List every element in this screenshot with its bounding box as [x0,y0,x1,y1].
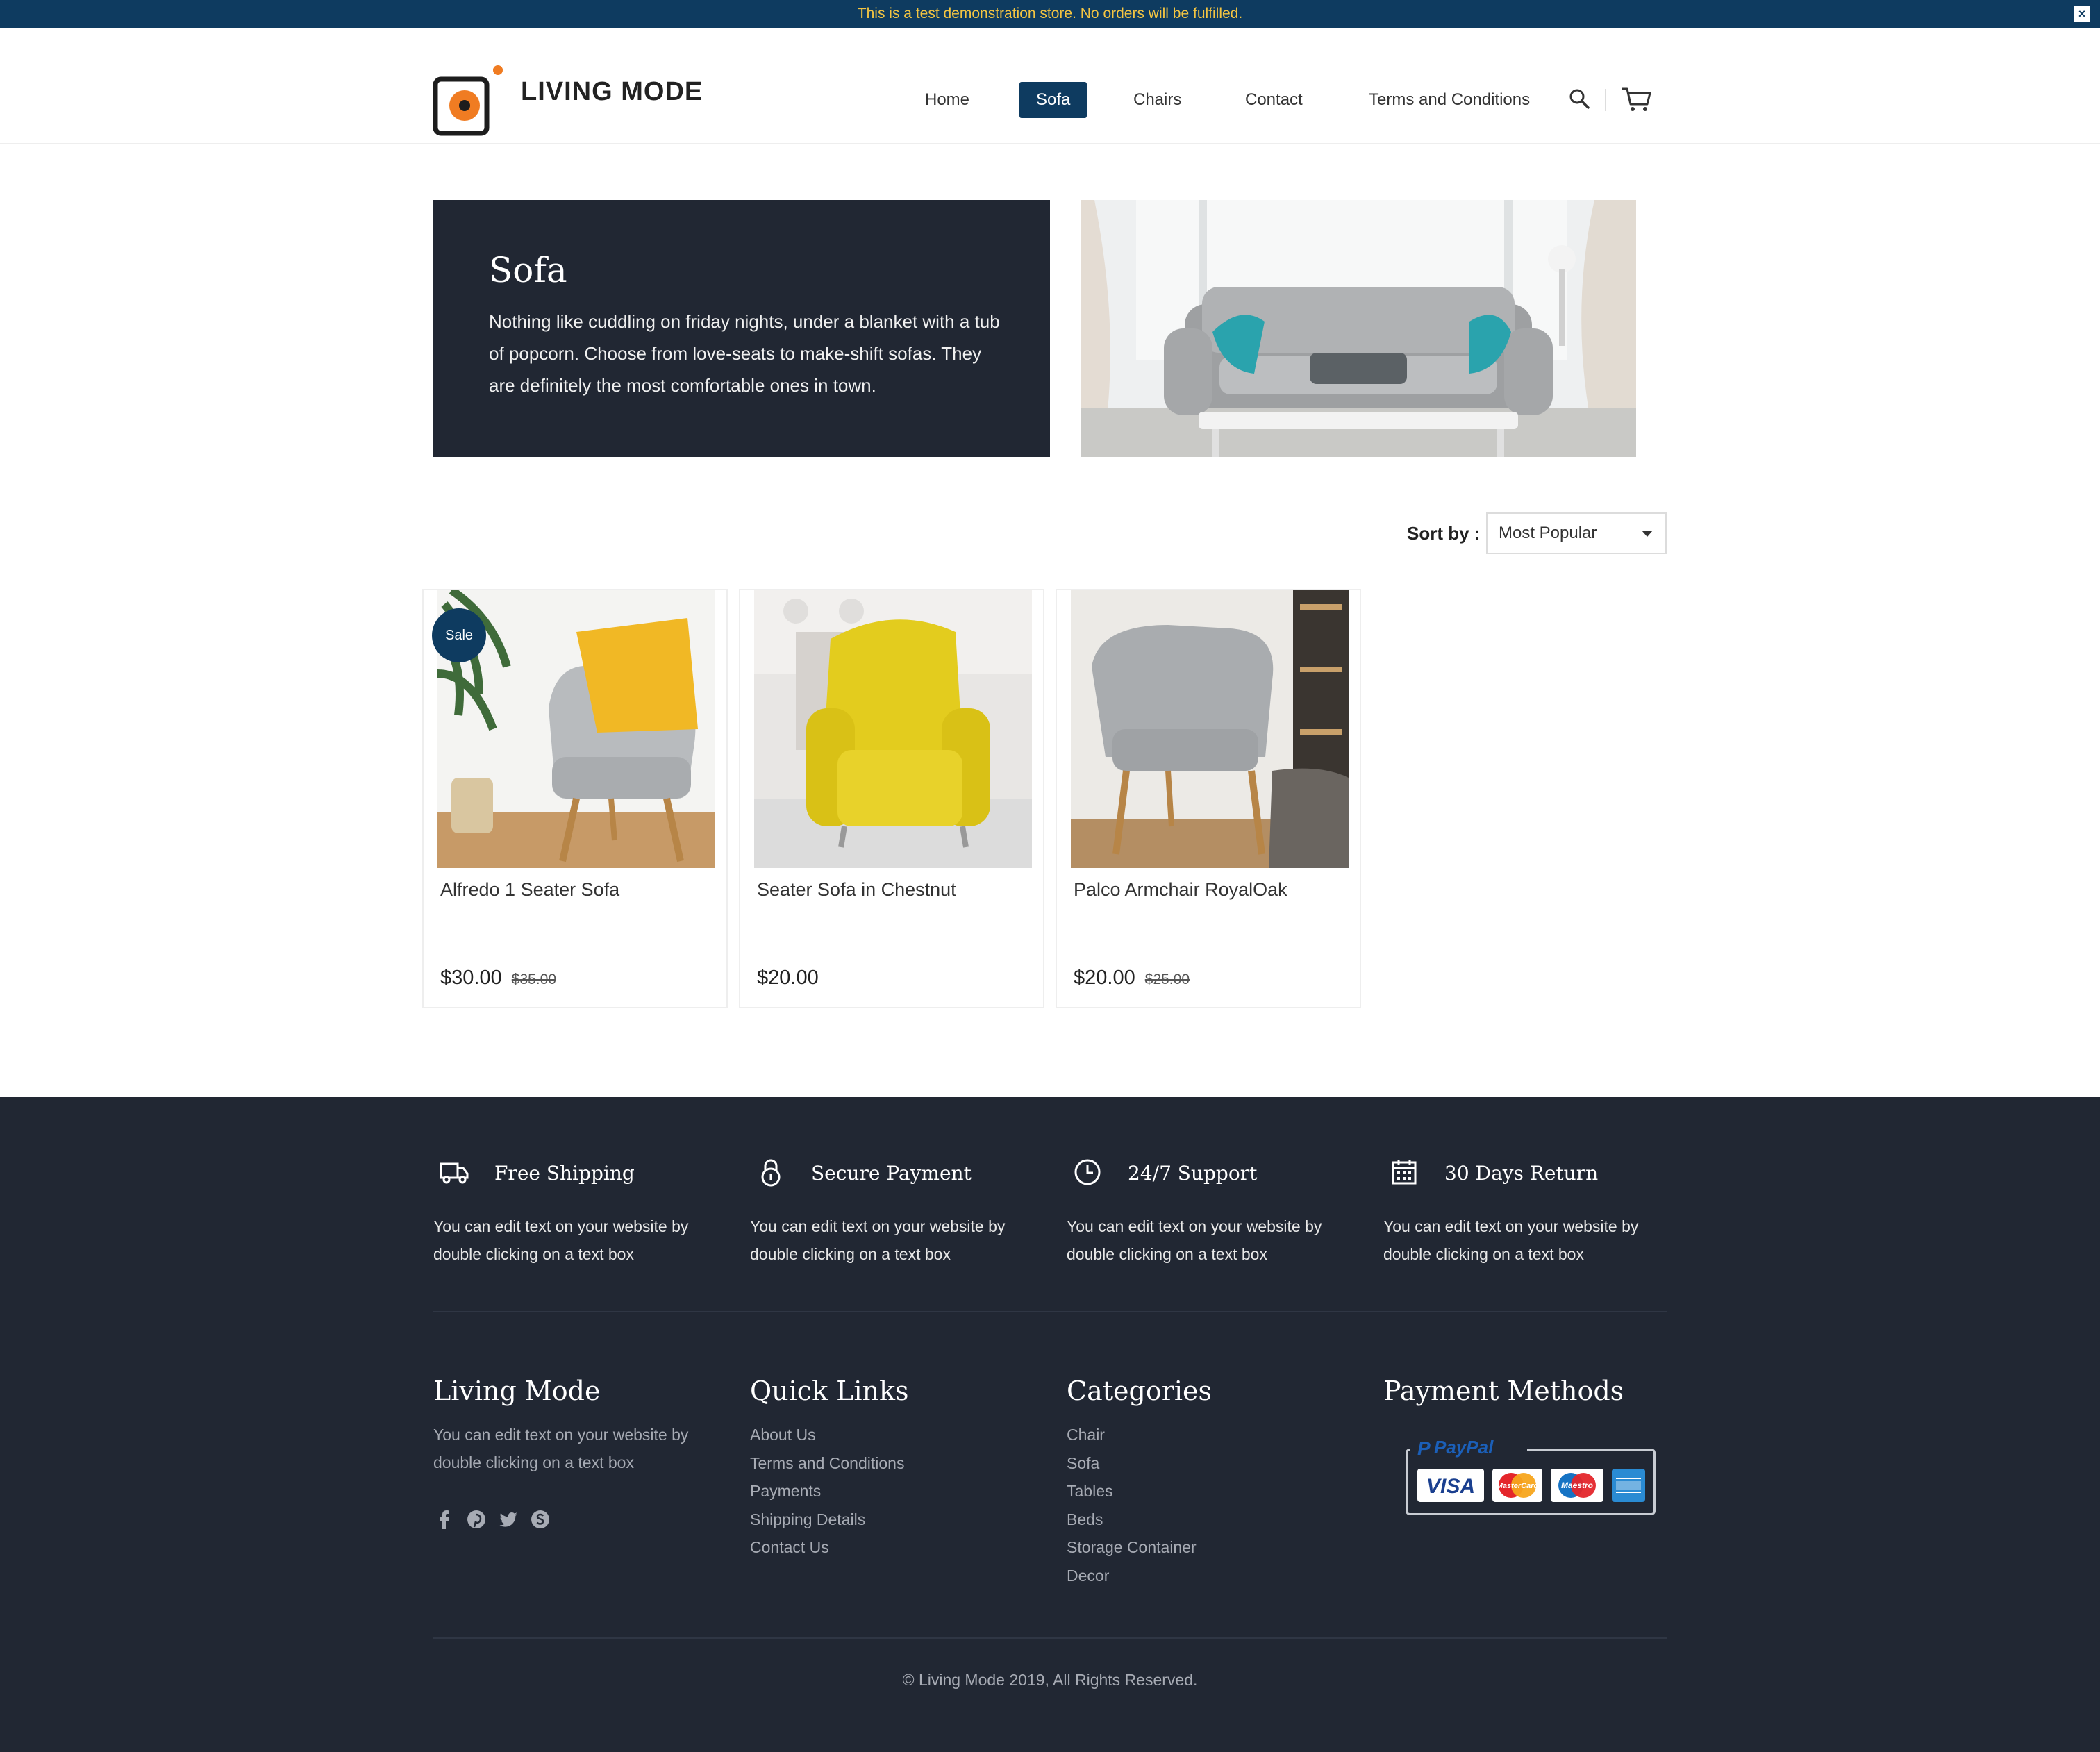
footer-link-contact[interactable]: Contact Us [750,1533,1042,1562]
current-price: $20.00 [757,967,819,989]
footer-about-title: Living Mode [433,1376,601,1406]
visa-text: VISA [1426,1475,1475,1498]
mastercard-logo: MasterCard [1492,1469,1542,1502]
product-image [754,590,1032,868]
paypal-logo: P PayPal [1410,1437,1527,1460]
footer-category-beds[interactable]: Beds [1067,1505,1358,1534]
logo-icon[interactable] [433,64,504,137]
footer-quick-links: Quick Links About Us Terms and Condition… [750,1375,1042,1562]
sale-badge: Sale [432,608,486,662]
feature-title: Secure Payment [811,1162,972,1185]
footer-link-about[interactable]: About Us [750,1421,1042,1449]
product-name[interactable]: Seater Sofa in Chestnut [757,879,956,901]
footer-bottom-divider [433,1637,1667,1639]
announcement-bar: This is a test demonstration store. No o… [0,0,2100,28]
feature-title: 24/7 Support [1128,1162,1258,1185]
footer-payment-title: Payment Methods [1383,1376,1624,1406]
feature-text: You can edit text on your website by dou… [750,1217,1006,1263]
search-icon[interactable] [1568,87,1590,110]
feature-text: You can edit text on your website by dou… [1383,1217,1639,1263]
payment-badges: P PayPal VISA MasterCard Maestro [1406,1437,1656,1515]
product-card[interactable]: Sale Alfredo 1 Seater Sofa $30.00 $35.00 [422,589,728,1008]
footer-categories: Categories Chair Sofa Tables Beds Storag… [1067,1375,1358,1590]
twitter-icon[interactable] [497,1508,519,1530]
footer-category-tables[interactable]: Tables [1067,1477,1358,1505]
footer-about-text: You can edit text on your website by dou… [433,1426,689,1471]
calendar-icon [1392,1160,1417,1185]
category-title: Sofa [489,250,567,290]
maestro-logo: Maestro [1551,1469,1603,1502]
feature-title: 30 Days Return [1444,1162,1599,1185]
maestro-text: Maestro [1561,1480,1593,1490]
current-price: $30.00 [440,967,502,989]
close-announcement-button[interactable]: × [2074,6,2090,22]
product-name[interactable]: Palco Armchair RoyalOak [1074,879,1288,901]
feature-title: Free Shipping [494,1162,635,1185]
nav-chairs[interactable]: Chairs [1133,82,1181,118]
header-divider [1605,89,1606,111]
visa-logo: VISA [1417,1469,1484,1502]
footer-about: Living Mode You can edit text on your we… [433,1375,725,1529]
footer-category-chair[interactable]: Chair [1067,1421,1358,1449]
nav-terms[interactable]: Terms and Conditions [1369,82,1530,118]
site-header: LIVING MODE Home Sofa Chairs Contact Ter… [0,28,2100,144]
nav-home[interactable]: Home [925,82,969,118]
truck-icon [440,1162,469,1184]
feature-text: You can edit text on your website by dou… [1067,1217,1322,1263]
footer-link-payments[interactable]: Payments [750,1477,1042,1505]
product-price: $20.00 $25.00 [1074,967,1190,990]
chevron-down-icon [1642,531,1653,537]
current-price: $20.00 [1074,967,1135,989]
skype-icon[interactable] [529,1508,551,1530]
sort-selected-value: Most Popular [1499,524,1597,542]
site-footer: Free Shipping You can edit text on your … [0,1097,2100,1752]
copyright-text: © Living Mode 2019, All Rights Reserved. [902,1671,1198,1689]
product-price: $30.00 $35.00 [440,967,556,990]
original-price: $35.00 [511,971,556,987]
product-name[interactable]: Alfredo 1 Seater Sofa [440,879,619,901]
footer-category-decor[interactable]: Decor [1067,1562,1358,1590]
original-price: $25.00 [1144,971,1190,987]
lock-icon [761,1159,781,1187]
svg-text:P: P [1417,1437,1431,1459]
footer-category-storage[interactable]: Storage Container [1067,1533,1358,1562]
category-description: Nothing like cuddling on friday nights, … [489,311,1000,396]
sort-label: Sort by : [1407,523,1481,544]
product-image [1071,590,1349,868]
footer-payment-methods: Payment Methods P PayPal VISA MasterCard [1383,1375,1675,1515]
logo-text[interactable]: LIVING MODE [521,57,703,126]
feature-text: You can edit text on your website by dou… [433,1217,689,1263]
footer-divider [433,1311,1667,1312]
facebook-icon[interactable] [433,1508,456,1530]
sort-dropdown[interactable]: Most Popular [1486,512,1667,554]
nav-contact[interactable]: Contact [1245,82,1303,118]
product-card[interactable]: Palco Armchair RoyalOak $20.00 $25.00 [1056,589,1361,1008]
sofa-hero-image [1081,200,1636,457]
product-card[interactable]: Seater Sofa in Chestnut $20.00 [739,589,1044,1008]
footer-quick-links-title: Quick Links [750,1376,909,1406]
paypal-text: PayPal [1434,1437,1494,1458]
category-hero: Sofa Nothing like cuddling on friday nig… [433,200,1050,457]
product-price: $20.00 [757,967,819,990]
footer-category-sofa[interactable]: Sofa [1067,1449,1358,1478]
cart-icon[interactable] [1621,86,1651,112]
nav-sofa[interactable]: Sofa [1019,82,1088,118]
footer-categories-title: Categories [1067,1376,1212,1406]
pinterest-icon[interactable] [465,1508,488,1530]
amex-logo [1612,1469,1645,1502]
clock-icon [1074,1159,1101,1185]
announcement-text: This is a test demonstration store. No o… [857,6,1243,22]
footer-link-terms[interactable]: Terms and Conditions [750,1449,1042,1478]
footer-link-shipping[interactable]: Shipping Details [750,1505,1042,1534]
mastercard-text: MasterCard [1497,1482,1539,1490]
